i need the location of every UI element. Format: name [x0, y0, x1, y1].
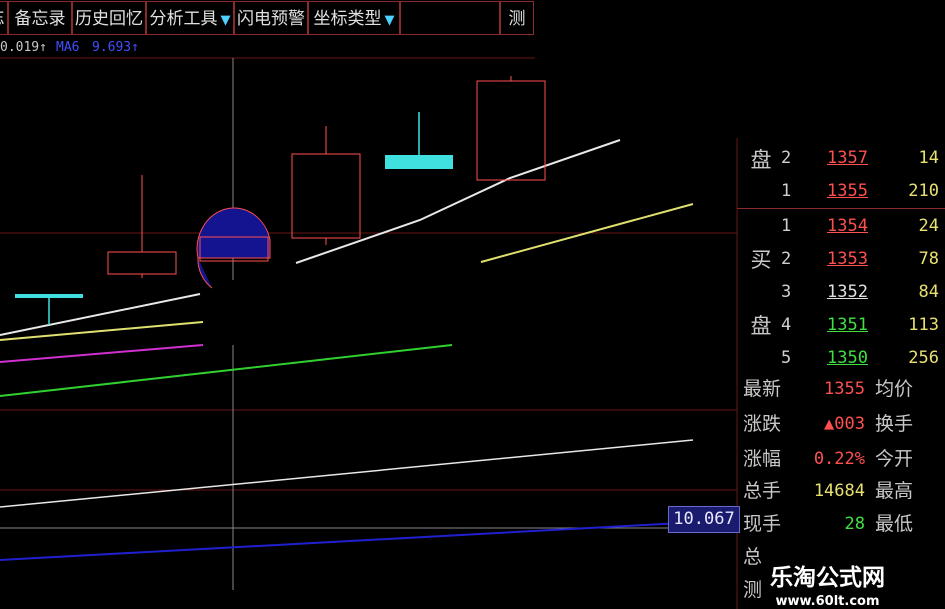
toolbar-label: 坐标类型 [313, 9, 382, 29]
stat-label: 涨跌 [743, 413, 782, 435]
memo-button[interactable]: 备忘录 [8, 1, 72, 35]
ask-price: 1357 [827, 148, 868, 168]
watermark: 乐淘公式网 www.60lt.com [770, 558, 885, 609]
stat-row-latest: 最新 1355 均价 [737, 373, 945, 406]
ask-volume: 14 [918, 148, 939, 168]
stat-label: 总手 [743, 480, 782, 502]
flash-alert-button[interactable]: 闪电预警 [234, 1, 308, 35]
stat-row-current: 现手 28 最低 [737, 508, 945, 541]
dropdown-arrow-icon: ▼ [220, 13, 231, 28]
toolbar-label: 闪电预警 [237, 9, 305, 29]
indicator-ma-b-value: 9.693↑ [92, 40, 139, 55]
bid-volume: 113 [908, 315, 939, 335]
ask-row[interactable]: 2 1357 14 [737, 142, 945, 175]
candle-down [385, 112, 453, 169]
toolbar: 忘 备忘录 历史回忆 分析工具▼ 闪电预警 坐标类型▼ 测 [0, 0, 535, 38]
ask-level: 1 [781, 181, 792, 201]
stat-value: 14684 [813, 481, 865, 501]
stat-label: 最新 [743, 378, 782, 400]
toolbar-label: 备忘录 [14, 9, 66, 29]
indicator-ma-b-name: MA6 [56, 40, 80, 55]
ma-line-white-lower [0, 439, 694, 508]
bid-volume: 78 [918, 249, 939, 269]
bid-price: 1353 [827, 249, 868, 269]
axis-type-dropdown[interactable]: 坐标类型 ▼ [308, 1, 400, 35]
candle [291, 126, 361, 245]
stat-value: 0.22% [813, 449, 865, 469]
bid-row[interactable]: 2 1353 78 [737, 243, 945, 276]
stat-label: 今开 [875, 448, 914, 470]
bid-volume: 24 [918, 216, 939, 236]
bid-level: 5 [781, 348, 792, 368]
indicator-ma-a: 0.019↑ [0, 40, 47, 55]
candle [476, 76, 546, 181]
watermark-url: www.60lt.com [775, 594, 880, 609]
bid-level: 3 [781, 282, 792, 302]
ma-line-magenta [0, 344, 204, 363]
ask-level: 2 [781, 148, 792, 168]
stat-label: 涨幅 [743, 448, 782, 470]
order-book: 盘 2 1357 14 1 1355 210 买 盘 1 1354 24 2 1… [737, 138, 945, 609]
ma-line-white [295, 139, 621, 264]
toolbar-label: 分析工具 [149, 9, 218, 29]
stat-label: 换手 [875, 413, 914, 435]
dropdown-arrow-icon: ▼ [384, 13, 395, 28]
ma-line-yellow [0, 321, 204, 341]
stat-label: 均价 [875, 378, 914, 400]
bid-row[interactable]: 5 1350 256 [737, 342, 945, 375]
toolbar-label: 忘 [0, 9, 5, 29]
stat-value: 28 [844, 514, 865, 534]
bid-price: 1352 [827, 282, 868, 302]
analysis-tools-dropdown[interactable]: 分析工具 ▼ [146, 1, 234, 35]
stat-label: 测 [743, 579, 763, 601]
stat-row-pct: 涨幅 0.22% 今开 [737, 443, 945, 476]
bid-volume: 256 [908, 348, 939, 368]
stat-row-change: 涨跌 ▲003 换手 [737, 408, 945, 441]
bid-price: 1350 [827, 348, 868, 368]
bid-price: 1354 [827, 216, 868, 236]
stat-label: 总 [743, 546, 763, 568]
bid-price: 1351 [827, 315, 868, 335]
candle [107, 175, 177, 278]
ask-price: 1355 [827, 181, 868, 201]
candle-highlight [196, 207, 271, 289]
bid-level: 2 [781, 249, 792, 269]
ask-volume: 210 [908, 181, 939, 201]
watermark-title: 乐淘公式网 [770, 565, 885, 591]
stat-value: 1355 [824, 379, 865, 399]
bid-row[interactable]: 4 1351 113 [737, 309, 945, 342]
toolbar-spacer [400, 1, 500, 35]
bid-row[interactable]: 3 1352 84 [737, 276, 945, 309]
bid-level: 4 [781, 315, 792, 335]
stat-row-volume: 总手 14684 最高 [737, 475, 945, 508]
ma-line-blue [0, 519, 738, 561]
price-tag: 10.067 [668, 506, 740, 533]
bid-volume: 84 [918, 282, 939, 302]
orderbook-divider [737, 208, 945, 209]
history-replay-button[interactable]: 历史回忆 [72, 1, 146, 35]
toolbar-label: 测 [508, 9, 526, 29]
toolbar-item-cut[interactable]: 忘 [0, 1, 8, 35]
ask-row[interactable]: 1 1355 210 [737, 175, 945, 208]
test-button[interactable]: 测 [500, 1, 534, 35]
stat-label: 最低 [875, 513, 914, 535]
bid-row[interactable]: 1 1354 24 [737, 210, 945, 243]
bid-level: 1 [781, 216, 792, 236]
stat-label: 最高 [875, 480, 914, 502]
stat-label: 现手 [743, 513, 782, 535]
ma-line-white [0, 293, 201, 336]
stat-value: ▲003 [824, 414, 865, 434]
ma-line-green [0, 344, 453, 397]
toolbar-label: 历史回忆 [75, 9, 143, 29]
